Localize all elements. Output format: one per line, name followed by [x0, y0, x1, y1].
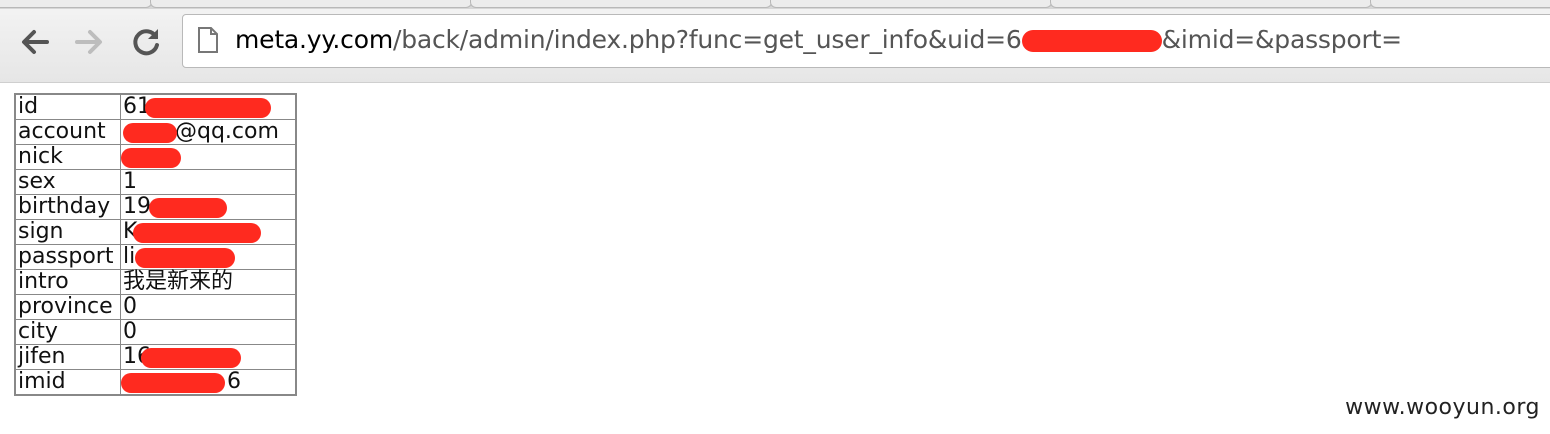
url-text[interactable]: meta.yy.com/back/admin/index.php?func=ge…: [235, 25, 1402, 54]
table-row: nick: [14, 144, 297, 170]
field-value: li: [120, 244, 297, 270]
document-icon: [198, 27, 218, 53]
redaction-mark: [145, 98, 271, 118]
field-key: jifen: [14, 344, 121, 370]
field-key: intro: [14, 269, 121, 295]
field-key: sex: [14, 169, 121, 195]
tab[interactable]: [1370, 0, 1550, 8]
field-value: 我是新来的: [120, 269, 297, 295]
field-value: 6: [120, 369, 297, 396]
table-row: id 61: [14, 93, 297, 120]
table-row: sign K: [14, 219, 297, 245]
table-row: sex 1: [14, 169, 297, 195]
redaction-mark: [121, 373, 225, 393]
field-value: 0: [120, 319, 297, 345]
table-row: jifen 16: [14, 344, 297, 370]
tab-strip: [0, 0, 1550, 9]
tab[interactable]: [470, 0, 772, 8]
redaction-mark: [133, 223, 261, 243]
field-value: 1: [120, 169, 297, 195]
arrow-right-icon: [75, 30, 102, 54]
redaction-mark: [121, 148, 181, 168]
field-key: birthday: [14, 194, 121, 220]
redaction-mark: [123, 123, 177, 143]
field-key: nick: [14, 144, 121, 170]
url-redaction: [1021, 30, 1162, 52]
field-key: id: [14, 93, 121, 120]
field-value: 0: [120, 294, 297, 320]
field-key: province: [14, 294, 121, 320]
table-row: intro 我是新来的: [14, 269, 297, 295]
field-value: [120, 144, 297, 170]
reload-icon: [133, 29, 159, 56]
field-value: @qq.com: [120, 119, 297, 145]
field-value-text: li: [123, 244, 136, 269]
redaction-mark: [141, 348, 241, 368]
back-button[interactable]: [16, 24, 52, 60]
table-row: account @qq.com: [14, 119, 297, 145]
field-value: 19: [120, 194, 297, 220]
arrow-left-icon: [22, 30, 49, 54]
table-row: passport li: [14, 244, 297, 270]
tab[interactable]: [770, 0, 1052, 8]
reload-button[interactable]: [128, 24, 164, 60]
field-key: imid: [14, 369, 121, 396]
redaction-mark: [135, 248, 235, 268]
url-host: meta.yy.com: [235, 25, 393, 54]
url-query: &imid=&passport=: [1161, 25, 1402, 54]
watermark: www.wooyun.org: [1345, 395, 1540, 420]
table-row: imid 6: [14, 369, 297, 396]
field-value: 16: [120, 344, 297, 370]
browser-toolbar: meta.yy.com/back/admin/index.php?func=ge…: [0, 0, 1550, 83]
field-key: passport: [14, 244, 121, 270]
forward-button[interactable]: [72, 24, 108, 60]
field-value: 61: [120, 93, 297, 120]
user-info-table: id 61 account @qq.com nick sex 1 birthda…: [14, 93, 297, 396]
field-key: sign: [14, 219, 121, 245]
table-row: birthday 19: [14, 194, 297, 220]
field-key: account: [14, 119, 121, 145]
address-bar[interactable]: meta.yy.com/back/admin/index.php?func=ge…: [182, 14, 1550, 68]
tab[interactable]: [150, 0, 472, 8]
table-row: province 0: [14, 294, 297, 320]
url-path: /back/admin/index.php?func=get_user_info…: [392, 25, 1022, 54]
field-value: K: [120, 219, 297, 245]
redaction-mark: [149, 198, 227, 218]
tab[interactable]: [0, 0, 152, 8]
tab[interactable]: [1050, 0, 1372, 8]
field-key: city: [14, 319, 121, 345]
field-value-text: 19: [123, 194, 151, 219]
table-row: city 0: [14, 319, 297, 345]
